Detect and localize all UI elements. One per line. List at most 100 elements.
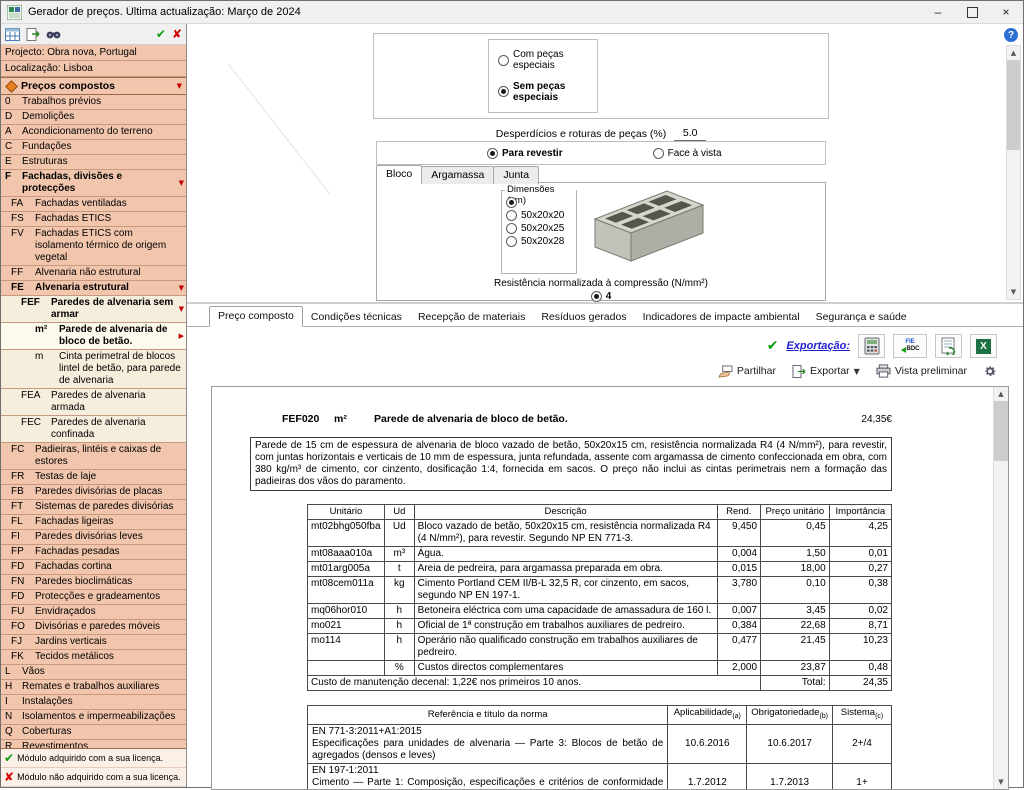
sidebar-item-r-revestimentos[interactable]: RRevestimentos bbox=[1, 740, 186, 748]
cancel-cross-icon[interactable]: ✘ bbox=[172, 27, 182, 41]
detail-tab-indicadores-de-impacte-ambiental[interactable]: Indicadores de impacte ambiental bbox=[635, 308, 808, 326]
sidebar-item-m-parede-de-alvenaria[interactable]: m²Parede de alvenaria de bloco de betão.… bbox=[1, 323, 186, 350]
scroll-up-arrow[interactable]: ▲ bbox=[994, 387, 1008, 401]
sidebar-item-h-remates-e-trabalhos[interactable]: HRemates e trabalhos auxiliares bbox=[1, 680, 186, 695]
sidebar-item-n-isolamentos-e-impermeabilizac[interactable]: NIsolamentos e impermeabilizações bbox=[1, 710, 186, 725]
sidebar-root-precos-compostos[interactable]: Preços compostos ▼ bbox=[1, 77, 186, 95]
radio-50x20x20[interactable]: 50x20x20 bbox=[506, 210, 576, 221]
maximize-button[interactable] bbox=[955, 1, 989, 23]
sidebar-item-fa-fachadas-ventiladas[interactable]: FAFachadas ventiladas bbox=[1, 197, 186, 212]
radio-sem-pec-as-especiais[interactable]: Sem peças especiais bbox=[498, 81, 597, 103]
item-unit: m² bbox=[334, 413, 374, 425]
scroll-thumb[interactable] bbox=[1007, 60, 1020, 150]
sidebar-item-ff-alvenaria-na-o[interactable]: FFAlvenaria não estrutural bbox=[1, 266, 186, 281]
print-preview-button[interactable]: Vista preliminar bbox=[876, 364, 967, 378]
sidebar-item-fef-paredes-de-alvenaria[interactable]: FEFParedes de alvenaria sem armar▼ bbox=[1, 296, 186, 323]
sidebar-item-l-va-os[interactable]: LVãos bbox=[1, 665, 186, 680]
sidebar-item-e-estruturas[interactable]: EEstruturas bbox=[1, 155, 186, 170]
sidebar-item-q-coberturas[interactable]: QCoberturas bbox=[1, 725, 186, 740]
sidebar-item-label: Remates e trabalhos auxiliares bbox=[22, 681, 184, 693]
sidebar-item-fe-alvenaria-estrutural[interactable]: FEAlvenaria estrutural▼ bbox=[1, 281, 186, 296]
radio-para-revestir[interactable]: Para revestir bbox=[487, 148, 563, 159]
tab-argamassa[interactable]: Argamassa bbox=[421, 166, 494, 184]
column-header: Referência e título da norma bbox=[308, 706, 668, 725]
radio-50x20x25[interactable]: 50x20x25 bbox=[506, 223, 576, 234]
detail-tabs: Preço compostoCondições técnicasRecepção… bbox=[187, 304, 1023, 327]
excel-icon[interactable]: X bbox=[970, 334, 997, 358]
sidebar-item-fi-paredes-diviso-rias[interactable]: FIParedes divisórias leves bbox=[1, 530, 186, 545]
sidebar-item-label: Fachadas, divisões e protecções bbox=[22, 171, 177, 195]
norm-obligation: 10.6.2017 bbox=[747, 724, 833, 763]
sidebar-item-fo-diviso-rias-e[interactable]: FODivisórias e paredes móveis bbox=[1, 620, 186, 635]
sidebar-item-fn-paredes-bioclima-ticas[interactable]: FNParedes bioclimáticas bbox=[1, 575, 186, 590]
sidebar-item-label: Fachadas cortina bbox=[35, 561, 184, 573]
sidebar-item-label: Fachadas ETICS com isolamento térmico de… bbox=[35, 228, 184, 264]
waste-percentage-input[interactable] bbox=[674, 127, 706, 141]
sidebar-item-fj-jardins-verticais[interactable]: FJJardins verticais bbox=[1, 635, 186, 650]
export-button[interactable]: Exportar ▼ bbox=[792, 365, 860, 378]
minimize-button[interactable]: – bbox=[921, 1, 955, 23]
binoculars-icon[interactable] bbox=[46, 28, 61, 40]
report-icon[interactable] bbox=[935, 334, 962, 358]
diamond-icon bbox=[5, 80, 18, 93]
detail-tab-prec-o-composto[interactable]: Preço composto bbox=[209, 306, 303, 327]
sidebar-item-fd-protecc-o-es[interactable]: FDProtecções e gradeamentos bbox=[1, 590, 186, 605]
export-link[interactable]: Exportação: bbox=[786, 340, 850, 352]
scroll-down-arrow[interactable]: ▼ bbox=[1007, 285, 1020, 299]
help-icon[interactable]: ? bbox=[1004, 28, 1018, 42]
close-button[interactable]: × bbox=[989, 1, 1023, 23]
sidebar-item-label: Fachadas ventiladas bbox=[35, 198, 184, 210]
sidebar-item-fk-tecidos-meta-licos[interactable]: FKTecidos metálicos bbox=[1, 650, 186, 665]
sidebar-item-f-fachadas-diviso-es[interactable]: FFachadas, divisões e protecções▼ bbox=[1, 170, 186, 197]
sidebar-item-a-acondicionamento-do-terreno[interactable]: AAcondicionamento do terreno bbox=[1, 125, 186, 140]
sidebar-item-code: m² bbox=[35, 324, 59, 336]
sidebar-item-label: Envidraçados bbox=[35, 606, 184, 618]
arquimedes-icon[interactable] bbox=[858, 334, 885, 358]
share-button[interactable]: Partilhar bbox=[718, 365, 776, 378]
table-icon[interactable] bbox=[5, 28, 20, 41]
radio-face-a-vista[interactable]: Face à vista bbox=[653, 148, 722, 159]
scroll-down-arrow[interactable]: ▼ bbox=[994, 775, 1008, 789]
sidebar-item-fl-fachadas-ligeiras[interactable]: FLFachadas ligeiras bbox=[1, 515, 186, 530]
export-icon[interactable] bbox=[26, 28, 40, 41]
sidebar-item-i-instalac-o-es[interactable]: IInstalações bbox=[1, 695, 186, 710]
detail-tab-resi-duos-gerados[interactable]: Resíduos gerados bbox=[533, 308, 634, 326]
cell: kg bbox=[384, 577, 414, 604]
sidebar-item-fr-testas-de-laje[interactable]: FRTestas de laje bbox=[1, 470, 186, 485]
sidebar-item-fp-fachadas-pesadas[interactable]: FPFachadas pesadas bbox=[1, 545, 186, 560]
radio-50x20x28[interactable]: 50x20x28 bbox=[506, 236, 576, 247]
sidebar-item-fs-fachadas-etics[interactable]: FSFachadas ETICS bbox=[1, 212, 186, 227]
detail-tab-seguranc-a-e-sau-de[interactable]: Segurança e saúde bbox=[808, 308, 915, 326]
sidebar-item-0-trabalhos-pre-vios[interactable]: 0Trabalhos prévios bbox=[1, 95, 186, 110]
sidebar-item-fc-padieiras-linte-is[interactable]: FCPadieiras, lintéis e caixas de estores bbox=[1, 443, 186, 470]
sidebar-item-label: Paredes de alvenaria armada bbox=[51, 390, 184, 414]
detail-tab-recepc-a-o-de-materiais[interactable]: Recepção de materiais bbox=[410, 308, 533, 326]
scroll-thumb[interactable] bbox=[994, 401, 1008, 461]
item-price: 24,35€ bbox=[861, 414, 892, 425]
detail-tab-condic-o-es-te-cnicas[interactable]: Condições técnicas bbox=[303, 308, 410, 326]
sidebar-item-fv-fachadas-etics-com[interactable]: FVFachadas ETICS com isolamento térmico … bbox=[1, 227, 186, 266]
sidebar-item-c-fundac-o-es[interactable]: CFundações bbox=[1, 140, 186, 155]
maintenance-note: Custo de manutenção decenal: 1,22€ nos p… bbox=[308, 676, 761, 691]
options-scrollbar[interactable]: ▲ ▼ bbox=[1006, 45, 1021, 300]
sidebar-item-ft-sistemas-de-paredes[interactable]: FTSistemas de paredes divisórias bbox=[1, 500, 186, 515]
fiebdc-icon[interactable]: FIE BDC bbox=[893, 334, 927, 358]
cell: h bbox=[384, 634, 414, 661]
confirm-check-icon[interactable]: ✔ bbox=[156, 27, 166, 41]
sidebar-item-fu-envidrac-ados[interactable]: FUEnvidraçados bbox=[1, 605, 186, 620]
scroll-up-arrow[interactable]: ▲ bbox=[1007, 46, 1020, 60]
gear-icon[interactable] bbox=[983, 364, 997, 378]
tab-bloco[interactable]: Bloco bbox=[376, 165, 422, 184]
sidebar-item-m-cinta-perimetral-de[interactable]: mCinta perimetral de blocos lintel de be… bbox=[1, 350, 186, 389]
radio-com-pec-as-especiais[interactable]: Com peças especiais bbox=[498, 49, 597, 71]
sidebar-item-fea-paredes-de-alvenaria[interactable]: FEAParedes de alvenaria armada bbox=[1, 389, 186, 416]
document-scrollbar[interactable]: ▲ ▼ bbox=[993, 387, 1008, 789]
sidebar-item-label: Demolições bbox=[22, 111, 184, 123]
sidebar-item-d-demolic-o-es[interactable]: DDemolições bbox=[1, 110, 186, 125]
tab-junta[interactable]: Junta bbox=[493, 166, 539, 184]
radio-4[interactable]: 4 bbox=[591, 291, 612, 302]
sidebar-item-fec-paredes-de-alvenaria[interactable]: FECParedes de alvenaria confinada bbox=[1, 416, 186, 443]
column-header: Importância bbox=[829, 505, 891, 520]
sidebar-item-fb-paredes-diviso-rias[interactable]: FBParedes divisórias de placas bbox=[1, 485, 186, 500]
sidebar-item-fd-fachadas-cortina[interactable]: FDFachadas cortina bbox=[1, 560, 186, 575]
